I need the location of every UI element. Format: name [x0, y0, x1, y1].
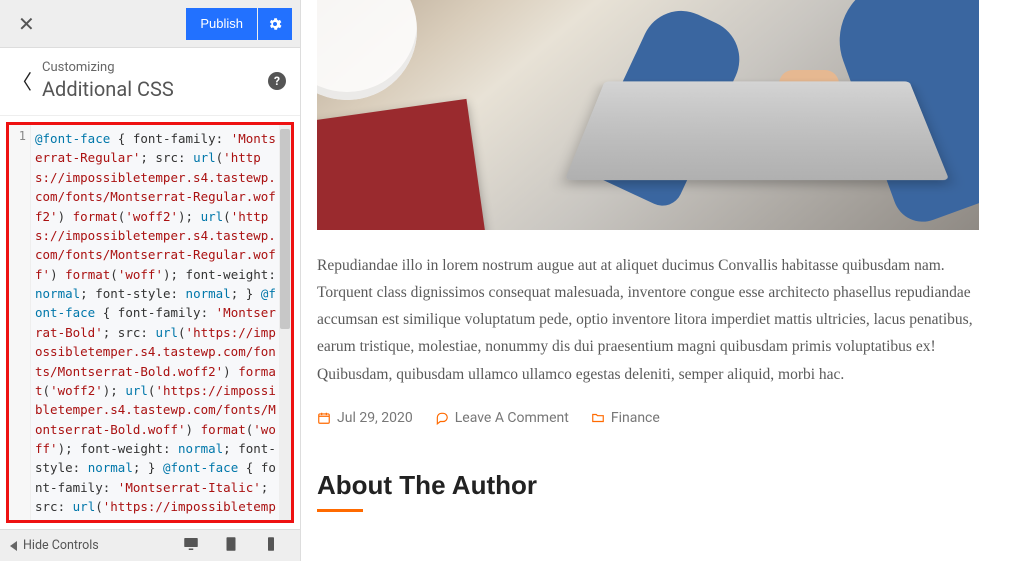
collapse-icon — [10, 541, 17, 551]
help-icon[interactable]: ? — [268, 72, 286, 90]
featured-image — [317, 0, 979, 230]
mobile-icon — [262, 535, 280, 553]
tablet-icon — [222, 535, 240, 553]
editor-scrollbar[interactable] — [279, 125, 291, 520]
hide-controls-button[interactable]: Hide Controls — [10, 538, 99, 553]
post-date: Jul 29, 2020 — [317, 410, 413, 426]
desktop-icon — [182, 535, 200, 553]
publish-button[interactable]: Publish — [186, 8, 257, 40]
customizer-bottombar: Hide Controls — [0, 529, 300, 561]
customizer-topbar: ✕ Publish — [0, 0, 300, 48]
calendar-icon — [317, 411, 331, 425]
customizer-sidebar: ✕ Publish 〈 Customizing Additional CSS ?… — [0, 0, 301, 561]
folder-icon — [591, 411, 605, 425]
settings-button[interactable] — [258, 8, 292, 40]
post-category[interactable]: Finance — [591, 410, 660, 426]
device-mobile-button[interactable] — [262, 535, 280, 557]
comment-link[interactable]: Leave A Comment — [435, 410, 569, 426]
comment-icon — [435, 411, 449, 425]
breadcrumb: Customizing — [42, 60, 268, 75]
close-button[interactable]: ✕ — [8, 6, 45, 42]
post-paragraph: Repudiandae illo in lorem nostrum augue … — [317, 252, 979, 388]
css-code-input[interactable]: @font-face { font-family: 'Montserrat-Re… — [31, 125, 279, 520]
section-header: 〈 Customizing Additional CSS ? — [0, 48, 300, 116]
device-desktop-button[interactable] — [182, 535, 200, 557]
post-meta: Jul 29, 2020 Leave A Comment Finance — [317, 410, 979, 426]
heading-underline — [317, 509, 363, 512]
device-tablet-button[interactable] — [222, 535, 240, 557]
hide-controls-label: Hide Controls — [23, 538, 99, 553]
line-gutter: 1 — [9, 125, 31, 520]
css-editor-container: 1 @font-face { font-family: 'Montserrat-… — [0, 116, 300, 529]
page-title: Additional CSS — [42, 77, 268, 101]
gear-icon — [267, 16, 283, 32]
author-heading: About The Author — [317, 470, 979, 501]
site-preview[interactable]: Repudiandae illo in lorem nostrum augue … — [301, 0, 1013, 561]
back-button[interactable]: 〈 — [6, 62, 42, 99]
